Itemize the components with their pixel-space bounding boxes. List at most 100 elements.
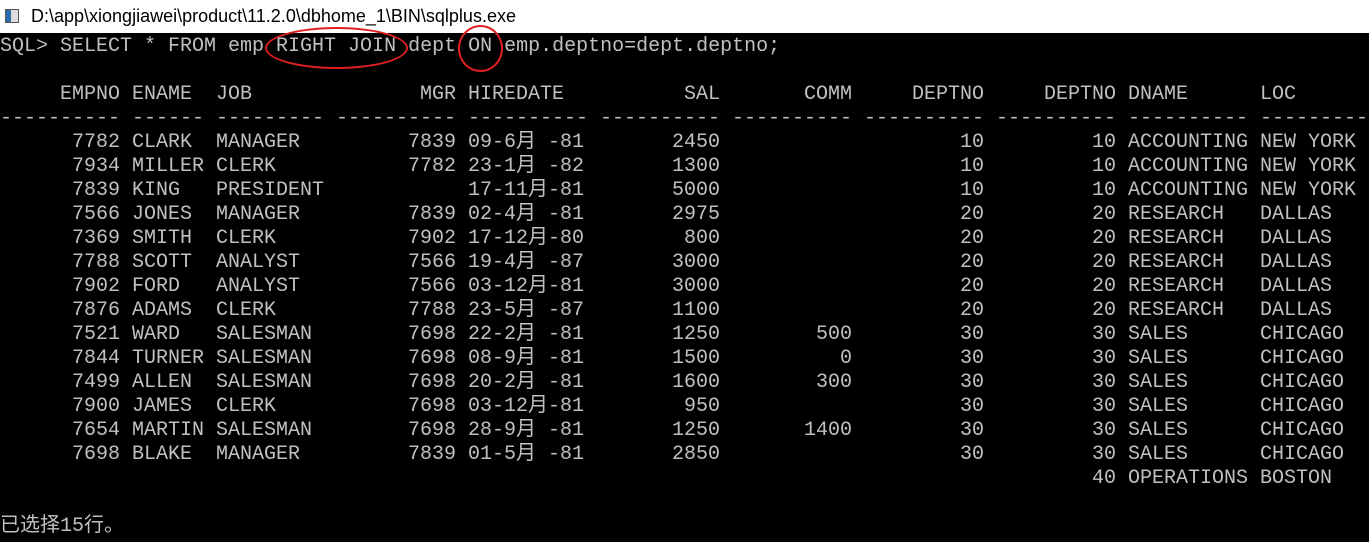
cell-deptno: 30	[959, 371, 984, 394]
cell-empno: 7654	[71, 419, 120, 442]
console-output[interactable]: SQL> SELECT * FROM emp RIGHT JOIN dept O…	[0, 25, 1369, 542]
cell-empno	[0, 467, 120, 491]
cell-dname: RESEARCH	[1128, 203, 1225, 226]
cell-sal: 1100	[671, 299, 720, 322]
cell-sal: 3000	[671, 275, 720, 298]
cell-mgr: 7839	[407, 131, 456, 154]
cell-dname: SALES	[1128, 347, 1189, 370]
separator-hiredate: ----------	[468, 107, 589, 130]
cell-deptno: 30	[959, 443, 984, 466]
cell-sal: 950	[683, 395, 720, 418]
cell-mgr	[336, 179, 456, 203]
cell-dname: RESEARCH	[1128, 251, 1225, 274]
cell-empno: 7900	[71, 395, 120, 418]
cell-mgr: 7782	[407, 155, 456, 178]
cell-sal	[600, 467, 720, 491]
table-row: 40 OPERATIONS BOSTON	[0, 467, 1369, 491]
cell-dname: RESEARCH	[1128, 227, 1225, 250]
cell-job	[216, 467, 324, 491]
cell-sal: 2450	[671, 131, 720, 154]
cell-hiredate: 03-12月-81	[468, 395, 585, 418]
cell-mgr: 7698	[407, 371, 456, 394]
cell-deptno: 20	[959, 275, 984, 298]
cell-comm: 300	[815, 371, 852, 394]
cell-deptno: 30	[959, 419, 984, 442]
cell-ename: ADAMS	[132, 299, 193, 322]
cell-job: SALESMAN	[216, 347, 313, 370]
separator-job: ---------	[216, 107, 325, 130]
cell-job: PRESIDENT	[216, 179, 325, 202]
cell-empno: 7839	[71, 179, 120, 202]
cell-hiredate: 19-4月 -87	[468, 251, 585, 274]
cell-ename: MARTIN	[132, 419, 205, 442]
cell-dname: ACCOUNTING	[1128, 179, 1249, 202]
cell-loc: DALLAS	[1260, 251, 1333, 274]
cell-job: MANAGER	[216, 203, 301, 226]
cell-deptno: 20	[959, 227, 984, 250]
cell-loc: CHICAGO	[1260, 419, 1345, 442]
cell-dept-deptno: 20	[1091, 299, 1116, 322]
cell-loc: NEW YORK	[1260, 155, 1357, 178]
cell-empno: 7499	[71, 371, 120, 394]
cell-mgr	[336, 467, 456, 491]
cell-ename: JAMES	[132, 395, 193, 418]
cell-mgr: 7698	[407, 323, 456, 346]
table-row: 7782 CLARK MANAGER 7839 09-6月 -81 2450 10 10 ACC…	[0, 131, 1369, 155]
cell-empno: 7902	[71, 275, 120, 298]
cell-empno: 7934	[71, 155, 120, 178]
header-separator: ---------- ------ --------- ---------- -----…	[0, 107, 1369, 131]
cell-deptno: 30	[959, 323, 984, 346]
cell-dname: OPERATIONS	[1128, 467, 1249, 490]
cell-mgr: 7566	[407, 251, 456, 274]
cell-deptno: 10	[959, 179, 984, 202]
separator-deptno: ----------	[864, 107, 985, 130]
cell-deptno: 20	[959, 203, 984, 226]
table-row: 7566 JONES MANAGER 7839 02-4月 -81 2975 20 20 RES…	[0, 203, 1369, 227]
cell-sal: 3000	[671, 251, 720, 274]
cell-deptno: 30	[959, 347, 984, 370]
cell-loc: BOSTON	[1260, 467, 1333, 490]
cell-hiredate: 17-12月-80	[468, 227, 585, 250]
cell-mgr: 7788	[407, 299, 456, 322]
cell-empno: 7788	[71, 251, 120, 274]
cell-deptno	[864, 467, 984, 491]
cell-dept-deptno: 20	[1091, 203, 1116, 226]
header-dept-deptno: DEPTNO	[1043, 83, 1116, 106]
cell-job: SALESMAN	[216, 323, 313, 346]
cell-job: CLERK	[216, 395, 277, 418]
cell-comm	[732, 227, 852, 251]
cell-job: MANAGER	[216, 443, 301, 466]
cell-deptno: 10	[959, 155, 984, 178]
cell-dept-deptno: 30	[1091, 443, 1116, 466]
cell-job: CLERK	[216, 227, 277, 250]
cell-sal: 5000	[671, 179, 720, 202]
cell-loc: CHICAGO	[1260, 371, 1345, 394]
cell-ename: TURNER	[132, 347, 205, 370]
table-row: 7521 WARD SALESMAN 7698 22-2月 -81 1250 500 30 30…	[0, 323, 1369, 347]
cell-hiredate: 09-6月 -81	[468, 131, 585, 154]
cell-dname: SALES	[1128, 395, 1189, 418]
cell-hiredate: 23-1月 -82	[468, 155, 585, 178]
cell-sal: 1300	[671, 155, 720, 178]
cell-dname: SALES	[1128, 323, 1189, 346]
cell-dept-deptno: 20	[1091, 227, 1116, 250]
cell-ename: SMITH	[132, 227, 193, 250]
cell-job: ANALYST	[216, 251, 301, 274]
cell-hiredate: 17-11月-81	[468, 179, 585, 202]
cell-deptno: 20	[959, 299, 984, 322]
table-row: 7902 FORD ANALYST 7566 03-12月-81 3000 20 20 RESE…	[0, 275, 1369, 299]
cell-hiredate: 22-2月 -81	[468, 323, 585, 346]
cell-sal: 800	[683, 227, 720, 250]
cell-deptno: 30	[959, 395, 984, 418]
cell-dept-deptno: 30	[1091, 395, 1116, 418]
cell-dept-deptno: 20	[1091, 251, 1116, 274]
header-hiredate: HIREDATE	[468, 83, 565, 106]
cell-dname: RESEARCH	[1128, 275, 1225, 298]
header-mgr: MGR	[419, 83, 456, 106]
cell-dept-deptno: 10	[1091, 155, 1116, 178]
row-count-message: 已选择15行。	[0, 515, 125, 538]
title-bar: D:\app\xiongjiawei\product\11.2.0\dbhome…	[0, 0, 1369, 33]
separator-mgr: ----------	[336, 107, 457, 130]
cell-comm: 1400	[803, 419, 852, 442]
table-row: 7934 MILLER CLERK 7782 23-1月 -82 1300 10 10 ACCO…	[0, 155, 1369, 179]
